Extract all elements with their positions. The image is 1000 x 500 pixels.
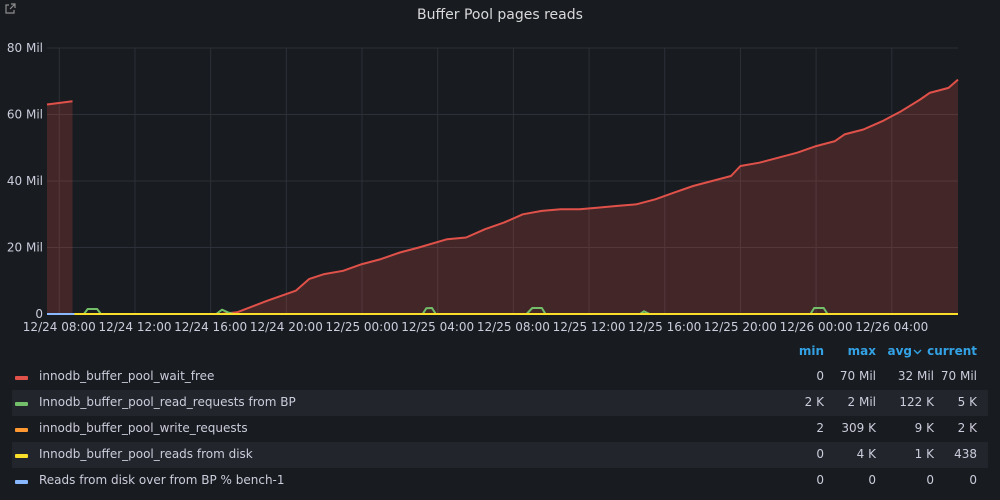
chart-area[interactable]: 020 Mil40 Mil60 Mil80 Mil 12/24 08:00 12/… bbox=[0, 0, 1000, 340]
series-color-swatch[interactable] bbox=[15, 428, 28, 432]
legend-series-name[interactable]: innodb_buffer_pool_write_requests bbox=[39, 421, 248, 435]
legend-value-max: 70 Mil bbox=[839, 369, 876, 383]
legend-series-name[interactable]: innodb_buffer_pool_wait_free bbox=[39, 369, 214, 383]
series-color-swatch[interactable] bbox=[15, 402, 28, 406]
x-tick-label: 12/24 20:00 bbox=[250, 320, 323, 334]
x-axis-ticks: 12/24 08:00 12/24 12:00 12/24 16:00 12/24 2… bbox=[23, 320, 928, 334]
legend-value-max: 2 Mil bbox=[847, 395, 876, 409]
legend-series-name[interactable]: Innodb_buffer_pool_read_requests from BP bbox=[39, 395, 296, 409]
legend-value-current: 5 K bbox=[957, 395, 977, 409]
legend-row[interactable]: Innodb_buffer_pool_reads from disk 0 4 K1 … bbox=[12, 442, 988, 468]
legend-value-max: 4 K bbox=[856, 447, 876, 461]
graph-panel: Buffer Pool pages reads 0 20 Mil 40 Mil 60 … bbox=[0, 0, 1000, 500]
y-tick-label: 60 Mil bbox=[7, 108, 43, 122]
x-tick-label: 12/25 00:00 bbox=[326, 320, 399, 334]
x-tick-label: 12/26 04:00 bbox=[855, 320, 928, 334]
legend-value-max: 309 K bbox=[841, 421, 876, 435]
legend-value-min: 2 bbox=[816, 421, 824, 435]
x-tick-label: 12/25 04:00 bbox=[401, 320, 474, 334]
legend-series-name[interactable]: Innodb_buffer_pool_reads from disk bbox=[39, 447, 253, 461]
y-axis-ticks: 0 20 Mil 40 Mil 60 Mil 80 Mil bbox=[7, 41, 43, 321]
legend-row[interactable]: Innodb_buffer_pool_read_requests from BP… bbox=[12, 390, 988, 416]
legend-col-min[interactable]: min bbox=[772, 344, 824, 358]
legend-value-current: 70 Mil bbox=[940, 369, 977, 383]
legend-row[interactable]: Reads from disk over from BP % bench-1 0 0… bbox=[12, 468, 988, 494]
legend-value-current: 2 K bbox=[957, 421, 977, 435]
x-tick-label: 12/26 00:00 bbox=[780, 320, 853, 334]
legend-header: min max avg current bbox=[12, 342, 988, 364]
series-color-swatch[interactable] bbox=[15, 480, 28, 484]
legend-value-min: 2 K bbox=[804, 395, 824, 409]
y-tick-label: 20 Mil bbox=[7, 241, 43, 255]
series-color-swatch[interactable] bbox=[15, 454, 28, 458]
y-tick-label: 80 Mil bbox=[7, 41, 43, 55]
legend-value-min: 0 bbox=[816, 447, 824, 461]
x-tick-label: 12/25 12:00 bbox=[553, 320, 626, 334]
legend-col-avg[interactable]: avg bbox=[876, 344, 912, 358]
legend-col-max[interactable]: max bbox=[824, 344, 876, 358]
legend-value-current: 438 bbox=[954, 447, 977, 461]
legend-value-max: 0 bbox=[868, 473, 876, 487]
legend-value-current: 0 bbox=[969, 473, 977, 487]
x-tick-label: 12/24 12:00 bbox=[98, 320, 171, 334]
x-tick-label: 12/24 16:00 bbox=[174, 320, 247, 334]
series-area bbox=[47, 101, 73, 314]
x-tick-label: 12/25 16:00 bbox=[628, 320, 701, 334]
x-tick-label: 12/25 08:00 bbox=[477, 320, 550, 334]
y-tick-label: 0 bbox=[35, 307, 43, 321]
legend-value-min: 0 bbox=[816, 473, 824, 487]
y-tick-label: 40 Mil bbox=[7, 174, 43, 188]
legend-row[interactable]: innodb_buffer_pool_write_requests 2 309 K9… bbox=[12, 416, 988, 442]
x-tick-label: 12/24 08:00 bbox=[23, 320, 96, 334]
legend: min max avg current innodb_buffer_pool_w… bbox=[12, 342, 988, 494]
chevron-down-icon[interactable] bbox=[913, 349, 922, 355]
legend-value-min: 0 bbox=[816, 369, 824, 383]
legend-row[interactable]: innodb_buffer_pool_wait_free 0 70 Mil 32 Mi… bbox=[12, 364, 988, 390]
legend-rows: innodb_buffer_pool_wait_free 0 70 Mil 32 Mi… bbox=[12, 364, 988, 494]
legend-col-current[interactable]: current bbox=[924, 344, 977, 358]
x-tick-label: 12/25 20:00 bbox=[704, 320, 777, 334]
legend-series-name[interactable]: Reads from disk over from BP % bench-1 bbox=[39, 473, 285, 487]
series-color-swatch[interactable] bbox=[15, 376, 28, 380]
